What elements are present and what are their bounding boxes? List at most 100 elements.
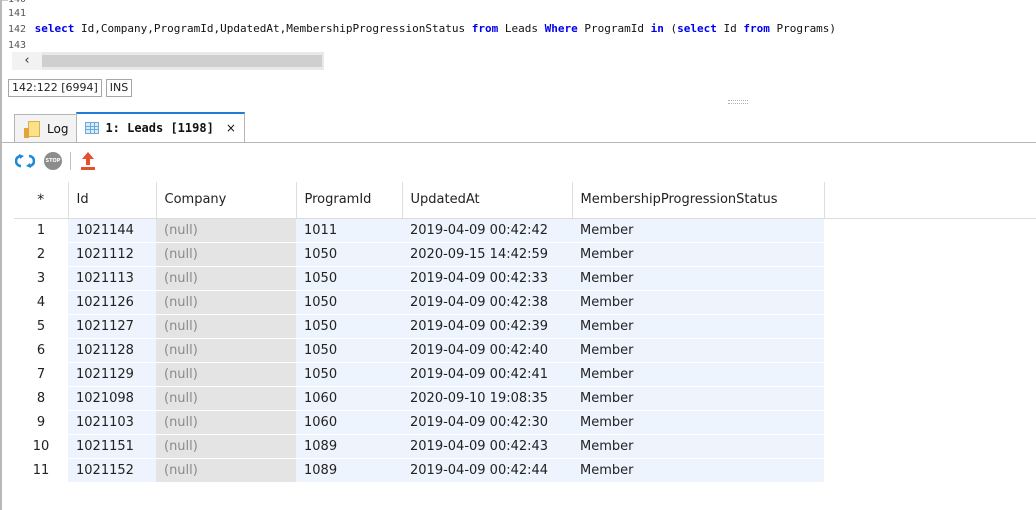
table-row[interactable]: 1 1021144 (null) 1011 2019-04-09 00:42:42 Mem… [14,218,1036,243]
refresh-button[interactable] [14,150,36,172]
cell-membership-status[interactable]: Member [572,362,824,387]
cell-programid[interactable]: 1089 [296,458,402,483]
cell-company[interactable]: (null) [156,362,296,387]
column-header-updatedat[interactable]: UpdatedAt [402,182,573,219]
result-toolbar: STOP [14,148,99,174]
cell-updatedat[interactable]: 2019-04-09 00:42:41 [402,362,572,387]
cell-programid[interactable]: 1050 [296,338,402,363]
cell-company[interactable]: (null) [156,266,296,291]
cell-id[interactable]: 1021112 [68,242,156,267]
tab-log[interactable]: Log [14,114,78,142]
cell-updatedat[interactable]: 2019-04-09 00:42:38 [402,290,572,315]
cell-company[interactable]: (null) [156,338,296,363]
tab-leads-result[interactable]: 1: Leads [1198] × [76,112,245,142]
table-row[interactable]: 2 1021112 (null) 1050 2020-09-15 14:42:59 Mem… [14,242,1036,267]
cell-company[interactable]: (null) [156,434,296,459]
cell-id[interactable]: 1021144 [68,218,156,243]
cell-membership-status[interactable]: Member [572,242,824,267]
cell-updatedat[interactable]: 2019-04-09 00:42:42 [402,218,572,243]
cell-updatedat[interactable]: 2020-09-10 19:08:35 [402,386,572,411]
cell-id[interactable]: 1021098 [68,386,156,411]
table-row[interactable]: 3 1021113 (null) 1050 2019-04-09 00:42:33 Mem… [14,266,1036,291]
cell-membership-status[interactable]: Member [572,386,824,411]
cell-membership-status[interactable]: Member [572,290,824,315]
table-row[interactable]: 8 1021098 (null) 1060 2020-09-10 19:08:35 Mem… [14,386,1036,411]
scroll-left-arrow-icon[interactable]: ‹ [12,52,42,70]
cell-id[interactable]: 1021128 [68,338,156,363]
cell-updatedat[interactable]: 2020-09-15 14:42:59 [402,242,572,267]
cell-membership-status[interactable]: Member [572,218,824,243]
cell-updatedat[interactable]: 2019-04-09 00:42:33 [402,266,572,291]
cell-updatedat[interactable]: 2019-04-09 00:42:40 [402,338,572,363]
result-grid[interactable]: * Id Company ProgramId UpdatedAt Members… [14,182,1036,510]
line-number: 141 [8,8,27,19]
table-row[interactable]: 4 1021126 (null) 1050 2019-04-09 00:42:38 Mem… [14,290,1036,315]
cell-membership-status[interactable]: Member [572,458,824,483]
cell-programid[interactable]: 1060 [296,410,402,435]
table-row[interactable]: 6 1021128 (null) 1050 2019-04-09 00:42:40 Mem… [14,338,1036,363]
cell-programid[interactable]: 1050 [296,314,402,339]
cell-id[interactable]: 1021103 [68,410,156,435]
cell-updatedat[interactable]: 2019-04-09 00:42:44 [402,458,572,483]
column-header-programid[interactable]: ProgramId [296,182,403,219]
cell-id[interactable]: 1021151 [68,434,156,459]
cell-programid[interactable]: 1089 [296,434,402,459]
cell-membership-status[interactable]: Member [572,314,824,339]
table-row[interactable]: 11 1021152 (null) 1089 2019-04-09 00:42:44 Me… [14,458,1036,483]
splitter-handle[interactable] [728,100,748,104]
column-header-filler [824,182,1036,219]
grid-filler [824,458,1036,483]
table-row[interactable]: 9 1021103 (null) 1060 2019-04-09 00:42:30 Mem… [14,410,1036,435]
cell-company[interactable]: (null) [156,314,296,339]
cell-programid[interactable]: 1050 [296,290,402,315]
cell-company[interactable]: (null) [156,290,296,315]
scrollbar-thumb[interactable] [42,55,322,67]
stop-button[interactable]: STOP [42,150,64,172]
column-header-row-number[interactable]: * [14,182,69,219]
cell-id[interactable]: 1021126 [68,290,156,315]
cell-membership-status[interactable]: Member [572,410,824,435]
row-number: 3 [14,266,68,291]
column-header-membership-status[interactable]: MembershipProgressionStatus [572,182,825,219]
close-icon[interactable]: × [226,121,236,135]
editor-horizontal-scrollbar[interactable]: ‹ [12,52,324,70]
cell-company[interactable]: (null) [156,218,296,243]
code-line-141[interactable]: 141 [8,6,28,20]
cell-membership-status[interactable]: Member [572,434,824,459]
line-number: 143 [8,40,27,51]
column-header-id[interactable]: Id [68,182,157,219]
sql-keyword: from [471,22,499,35]
cell-company[interactable]: (null) [156,410,296,435]
cell-updatedat[interactable]: 2019-04-09 00:42:43 [402,434,572,459]
cell-programid[interactable]: 1050 [296,266,402,291]
code-line-142[interactable]: 142 select Id,Company,ProgramId,UpdatedA… [8,22,836,36]
cell-company[interactable]: (null) [156,386,296,411]
sql-editor[interactable]: 140 141 142 select Id,Company,ProgramId,… [8,0,1036,52]
table-row[interactable]: 7 1021129 (null) 1050 2019-04-09 00:42:41 Mem… [14,362,1036,387]
cell-company[interactable]: (null) [156,458,296,483]
table-row[interactable]: 10 1021151 (null) 1089 2019-04-09 00:42:43 Me… [14,434,1036,459]
cell-updatedat[interactable]: 2019-04-09 00:42:39 [402,314,572,339]
cell-programid[interactable]: 1050 [296,242,402,267]
sql-text: Id [716,22,744,35]
cell-id[interactable]: 1021129 [68,362,156,387]
cell-company[interactable]: (null) [156,242,296,267]
cursor-position: 142:122 [6994] [8,79,102,97]
cell-updatedat[interactable]: 2019-04-09 00:42:30 [402,410,572,435]
cell-id[interactable]: 1021152 [68,458,156,483]
sql-text: ProgramId [577,22,651,35]
cell-id[interactable]: 1021127 [68,314,156,339]
editor-status-bar: 142:122 [6994] INS [8,79,133,97]
row-number: 6 [14,338,68,363]
cell-programid[interactable]: 1050 [296,362,402,387]
grid-filler [824,266,1036,291]
cell-id[interactable]: 1021113 [68,266,156,291]
cell-programid[interactable]: 1060 [296,386,402,411]
cell-programid[interactable]: 1011 [296,218,402,243]
column-header-company[interactable]: Company [156,182,297,219]
export-button[interactable] [77,150,99,172]
code-line-143[interactable]: 143 [8,38,28,52]
cell-membership-status[interactable]: Member [572,266,824,291]
cell-membership-status[interactable]: Member [572,338,824,363]
table-row[interactable]: 5 1021127 (null) 1050 2019-04-09 00:42:39 Mem… [14,314,1036,339]
